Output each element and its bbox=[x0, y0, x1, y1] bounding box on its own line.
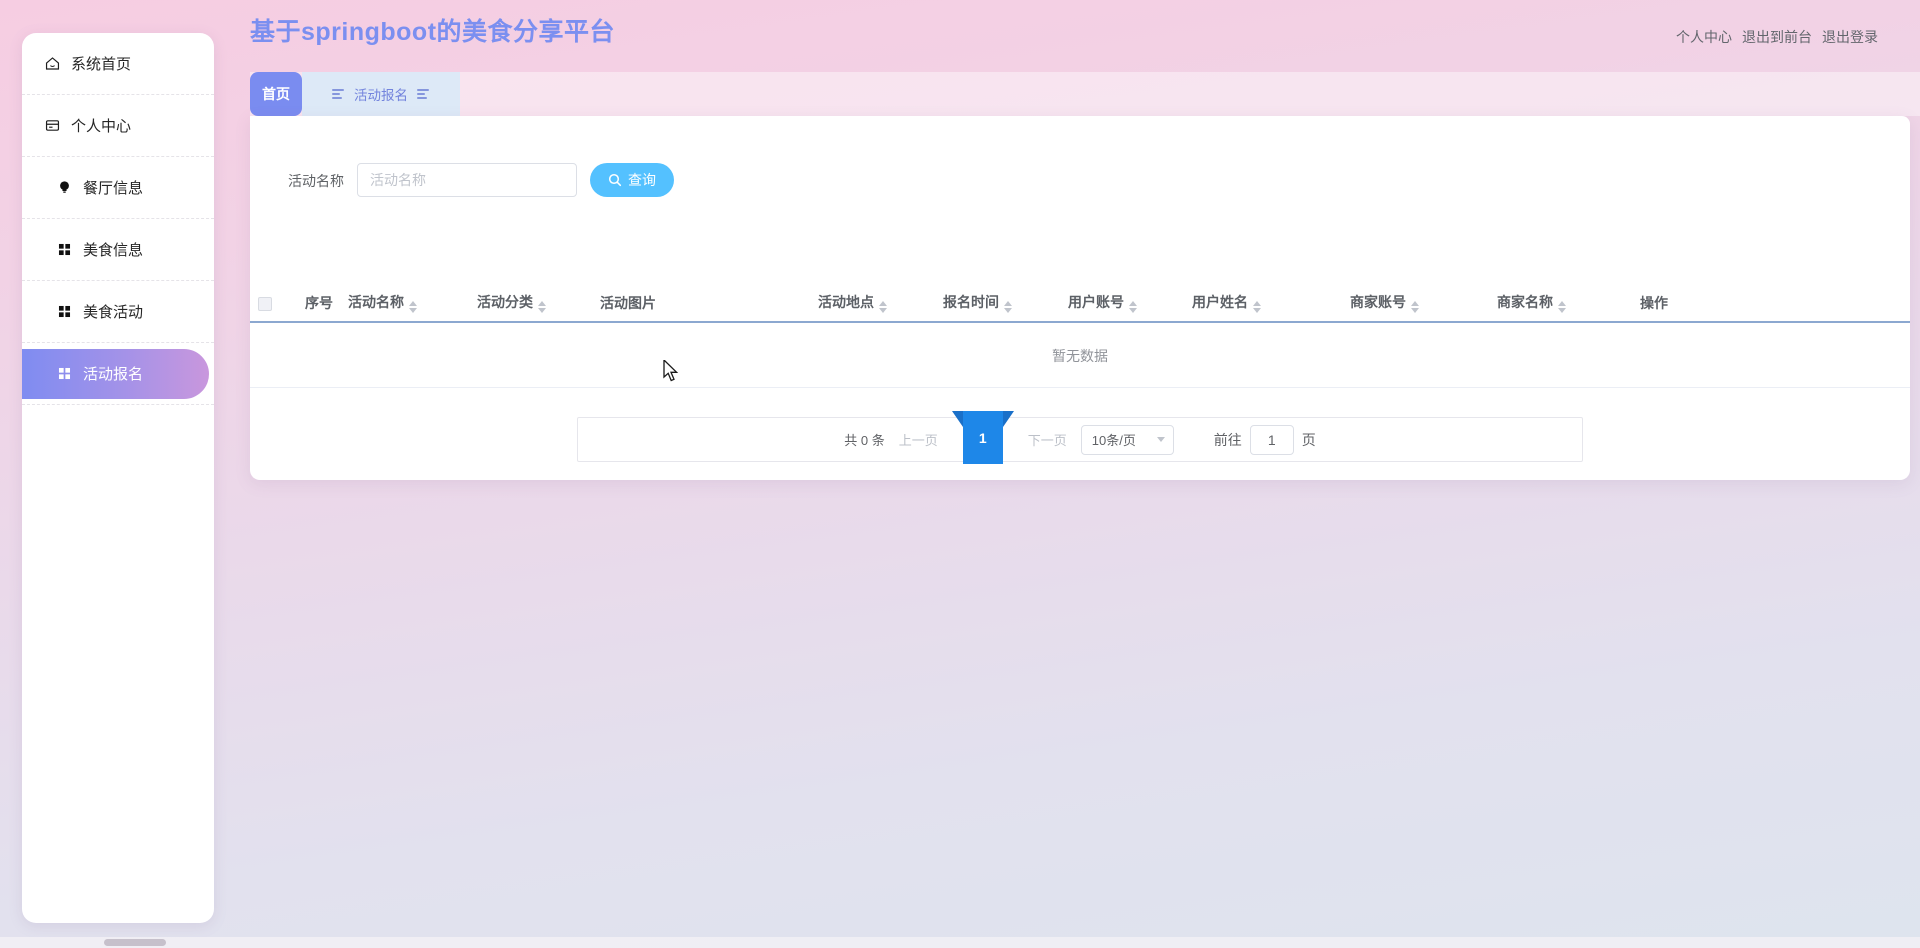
page-size-value: 10条/页 bbox=[1091, 433, 1136, 448]
tab-label[interactable]: 活动报名 bbox=[354, 84, 408, 104]
sidebar-item-label: 活动报名 bbox=[83, 366, 144, 383]
goto-unit: 页 bbox=[1301, 431, 1316, 448]
grid-icon bbox=[56, 365, 73, 382]
col-signup-time[interactable]: 报名时间 bbox=[933, 284, 1058, 323]
search-button-label: 查询 bbox=[628, 172, 656, 188]
sort-carets-icon[interactable] bbox=[1004, 301, 1012, 313]
select-all-checkbox[interactable] bbox=[258, 296, 272, 311]
page-title: 基于springboot的美食分享平台 bbox=[250, 18, 616, 46]
col-actions: 操作 bbox=[1630, 284, 1910, 323]
grid-icon bbox=[56, 241, 73, 258]
home-icon bbox=[44, 55, 61, 72]
sidebar-item-food-info[interactable]: 美食信息 bbox=[22, 219, 214, 281]
tab-list-icon[interactable] bbox=[417, 89, 430, 99]
table-header-row: 序号 活动名称 活动分类 活动图片 活动地点 报名时间 用户账号 用户姓名 商家… bbox=[250, 284, 1910, 323]
col-merchant-account[interactable]: 商家账号 bbox=[1340, 284, 1487, 323]
tab-bar: 首页 活动报名 bbox=[250, 72, 460, 116]
bulb-icon bbox=[56, 179, 73, 196]
nav-link-exit-frontend[interactable]: 退出到前台 bbox=[1742, 27, 1812, 47]
page-size-select[interactable]: 10条/页 bbox=[1080, 424, 1174, 455]
search-input[interactable] bbox=[357, 163, 577, 197]
col-activity-place[interactable]: 活动地点 bbox=[808, 284, 933, 323]
panel-icon bbox=[44, 117, 61, 134]
sidebar-item-label: 餐厅信息 bbox=[83, 180, 144, 197]
sidebar-item-label: 系统首页 bbox=[71, 56, 132, 73]
horizontal-scrollbar-track[interactable] bbox=[0, 937, 1920, 948]
prev-page-button[interactable]: 上一页 bbox=[899, 430, 938, 449]
content-panel: 活动名称 查询 序号 活动名称 活动分类 活动图片 活动地点 报名时间 用户账号… bbox=[250, 116, 1910, 480]
col-activity-image: 活动图片 bbox=[590, 284, 808, 323]
search-label: 活动名称 bbox=[288, 173, 344, 189]
sidebar: 系统首页 个人中心 餐厅信息 美食信息 美食活动 活动报名 bbox=[22, 33, 214, 923]
sidebar-item-food-activity[interactable]: 美食活动 bbox=[22, 281, 214, 343]
col-activity-name[interactable]: 活动名称 bbox=[338, 284, 467, 323]
sidebar-item-label: 美食活动 bbox=[83, 304, 144, 321]
sort-carets-icon[interactable] bbox=[1253, 301, 1261, 313]
sidebar-item-restaurant-info[interactable]: 餐厅信息 bbox=[22, 157, 214, 219]
sidebar-item-system-home[interactable]: 系统首页 bbox=[22, 33, 214, 95]
goto-label: 前往 bbox=[1213, 431, 1242, 448]
col-user-account[interactable]: 用户账号 bbox=[1058, 284, 1182, 323]
col-merchant-name[interactable]: 商家名称 bbox=[1487, 284, 1630, 323]
sort-carets-icon[interactable] bbox=[409, 301, 417, 313]
header-nav: 个人中心 退出到前台 退出登录 bbox=[1676, 27, 1878, 47]
sidebar-item-label: 美食信息 bbox=[83, 242, 144, 259]
search-row: 活动名称 查询 bbox=[250, 163, 1910, 197]
current-page-ribbon[interactable]: 1 bbox=[951, 411, 1014, 464]
sort-carets-icon[interactable] bbox=[1558, 301, 1566, 313]
next-page-button[interactable]: 下一页 bbox=[1028, 430, 1067, 449]
tab-home[interactable]: 首页 bbox=[250, 72, 302, 116]
search-button[interactable]: 查询 bbox=[590, 163, 674, 197]
tab-band bbox=[250, 72, 1920, 116]
pagination-total: 共 0 条 bbox=[844, 433, 885, 448]
data-table: 序号 活动名称 活动分类 活动图片 活动地点 报名时间 用户账号 用户姓名 商家… bbox=[250, 284, 1910, 323]
nav-link-logout[interactable]: 退出登录 bbox=[1822, 27, 1878, 47]
nav-link-profile[interactable]: 个人中心 bbox=[1676, 27, 1732, 47]
pagination-bar: 共 0 条 上一页 1 下一页 10条/页 前往 页 bbox=[577, 411, 1583, 464]
horizontal-scrollbar-thumb[interactable] bbox=[104, 939, 166, 946]
sidebar-item-label: 个人中心 bbox=[71, 118, 132, 135]
col-user-name[interactable]: 用户姓名 bbox=[1182, 284, 1340, 323]
current-page-number: 1 bbox=[978, 429, 987, 446]
tab-list-icon[interactable] bbox=[332, 89, 345, 99]
col-activity-category[interactable]: 活动分类 bbox=[467, 284, 590, 323]
sidebar-item-activity-signup[interactable]: 活动报名 bbox=[22, 343, 214, 405]
sort-carets-icon[interactable] bbox=[1411, 301, 1419, 313]
sort-carets-icon[interactable] bbox=[538, 301, 546, 313]
sort-carets-icon[interactable] bbox=[1129, 301, 1137, 313]
grid-icon bbox=[56, 303, 73, 320]
sidebar-active-pill[interactable]: 活动报名 bbox=[22, 348, 209, 399]
tab-activity-signup[interactable]: 活动报名 bbox=[302, 72, 460, 116]
table-empty-state: 暂无数据 bbox=[250, 324, 1910, 388]
goto-page-input[interactable] bbox=[1249, 424, 1294, 455]
search-icon bbox=[608, 173, 622, 187]
sort-carets-icon[interactable] bbox=[879, 301, 887, 313]
sidebar-item-personal-center[interactable]: 个人中心 bbox=[22, 95, 214, 157]
chevron-down-icon bbox=[1156, 436, 1165, 442]
col-index: 序号 bbox=[295, 284, 338, 323]
